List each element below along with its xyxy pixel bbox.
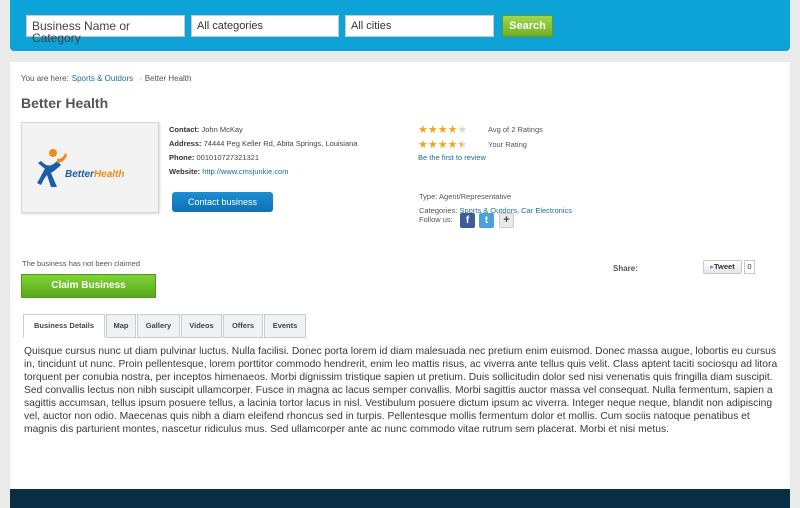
claim-status-text: The business has not been claimed — [22, 259, 140, 268]
website-row: Website: http://www.cmsjunkie.com — [169, 165, 357, 179]
breadcrumb-parent-link[interactable]: Sports & Outdors — [72, 74, 133, 83]
search-button[interactable]: Search — [502, 15, 553, 37]
your-rating-stars[interactable]: ★★★★★ — [418, 138, 488, 151]
avg-rating-text: Avg of 2 Ratings — [488, 125, 543, 134]
claim-business-button[interactable]: Claim Business — [21, 274, 156, 298]
footer — [10, 489, 790, 508]
tab-events[interactable]: Events — [264, 314, 306, 338]
logo-text-health: Health — [93, 169, 125, 180]
business-panel: You are here: Sports & Outdors › Better Hea… — [10, 62, 790, 489]
tweet-button[interactable]: ▸Tweet — [703, 260, 742, 274]
tab-offers[interactable]: Offers — [223, 314, 263, 338]
facebook-icon[interactable]: f — [460, 213, 475, 228]
phone-label: Phone: — [169, 153, 195, 162]
phone-row: Phone: 001010727321321 — [169, 151, 357, 165]
category-select[interactable]: All categories — [191, 15, 339, 37]
avg-rating-row: ★★★★★ Avg of 2 Ratings — [418, 123, 543, 137]
your-rating-row: ★★★★★ Your Rating — [418, 138, 527, 152]
contact-info: Contact: John McKay Address: 74444 Peg K… — [169, 123, 357, 179]
business-meta: Type: Agent/Representative Categories: S… — [419, 190, 572, 218]
address-label: Address: — [169, 139, 202, 148]
follow-label: Follow us: — [419, 215, 453, 224]
breadcrumb-prefix: You are here: — [21, 74, 69, 83]
page-title: Better Health — [21, 95, 109, 111]
search-bar: Business Name or Category All categories… — [10, 0, 790, 51]
twitter-icon[interactable]: t — [479, 213, 494, 228]
your-rating-text: Your Rating — [488, 140, 527, 149]
business-logo: BetterHealth — [21, 122, 159, 213]
logo-wordmark: BetterHealth — [65, 169, 124, 180]
share-label: Share: — [613, 264, 638, 273]
type-label: Type: — [419, 192, 438, 201]
tweet-count: 0 — [744, 260, 755, 274]
tab-gallery[interactable]: Gallery — [137, 314, 180, 338]
tab-map[interactable]: Map — [106, 314, 136, 338]
type-value: Agent/Representative — [439, 192, 512, 201]
city-select[interactable]: All cities — [345, 15, 494, 37]
phone-value: 001010727321321 — [196, 153, 260, 162]
business-description: Quisque cursus nunc ut diam pulvinar luc… — [24, 346, 778, 435]
ratings: ★★★★★ Avg of 2 Ratings ★★★★★ Your Rating… — [418, 123, 543, 162]
avg-rating-stars: ★★★★★ — [418, 124, 468, 136]
tweet-label: Tweet — [714, 262, 735, 271]
categories-links[interactable]: Sports & Outdors, Car Electronics — [459, 206, 572, 215]
tab-videos[interactable]: Videos — [181, 314, 222, 338]
breadcrumb-chevron-icon: › — [139, 74, 142, 83]
logo-mark: BetterHealth — [37, 147, 147, 191]
tab-business-details[interactable]: Business Details — [23, 314, 105, 338]
breadcrumb-current: Better Health — [144, 74, 192, 83]
website-link[interactable]: http://www.cmsjunkie.com — [202, 167, 288, 176]
keyword-search-input[interactable]: Business Name or Category — [26, 15, 185, 44]
categories-label: Categories: — [419, 206, 458, 215]
contact-label: Contact: — [169, 125, 200, 134]
address-row: Address: 74444 Peg Keller Rd, Abita Spri… — [169, 137, 357, 151]
google-plus-icon[interactable]: + — [499, 213, 514, 228]
address-value: 74444 Peg Keller Rd, Abita Springs, Loui… — [203, 139, 358, 148]
logo-text-better: Better — [65, 169, 94, 180]
type-row: Type: Agent/Representative — [419, 190, 572, 204]
breadcrumb: You are here: Sports & Outdors › Better Hea… — [21, 74, 191, 83]
contact-business-button[interactable]: Contact business — [172, 192, 273, 212]
first-review-link[interactable]: Be the first to review — [418, 153, 488, 162]
person-figure-icon — [37, 149, 67, 187]
website-label: Website: — [169, 167, 201, 176]
contact-value: John McKay — [201, 125, 243, 134]
contact-row: Contact: John McKay — [169, 123, 357, 137]
